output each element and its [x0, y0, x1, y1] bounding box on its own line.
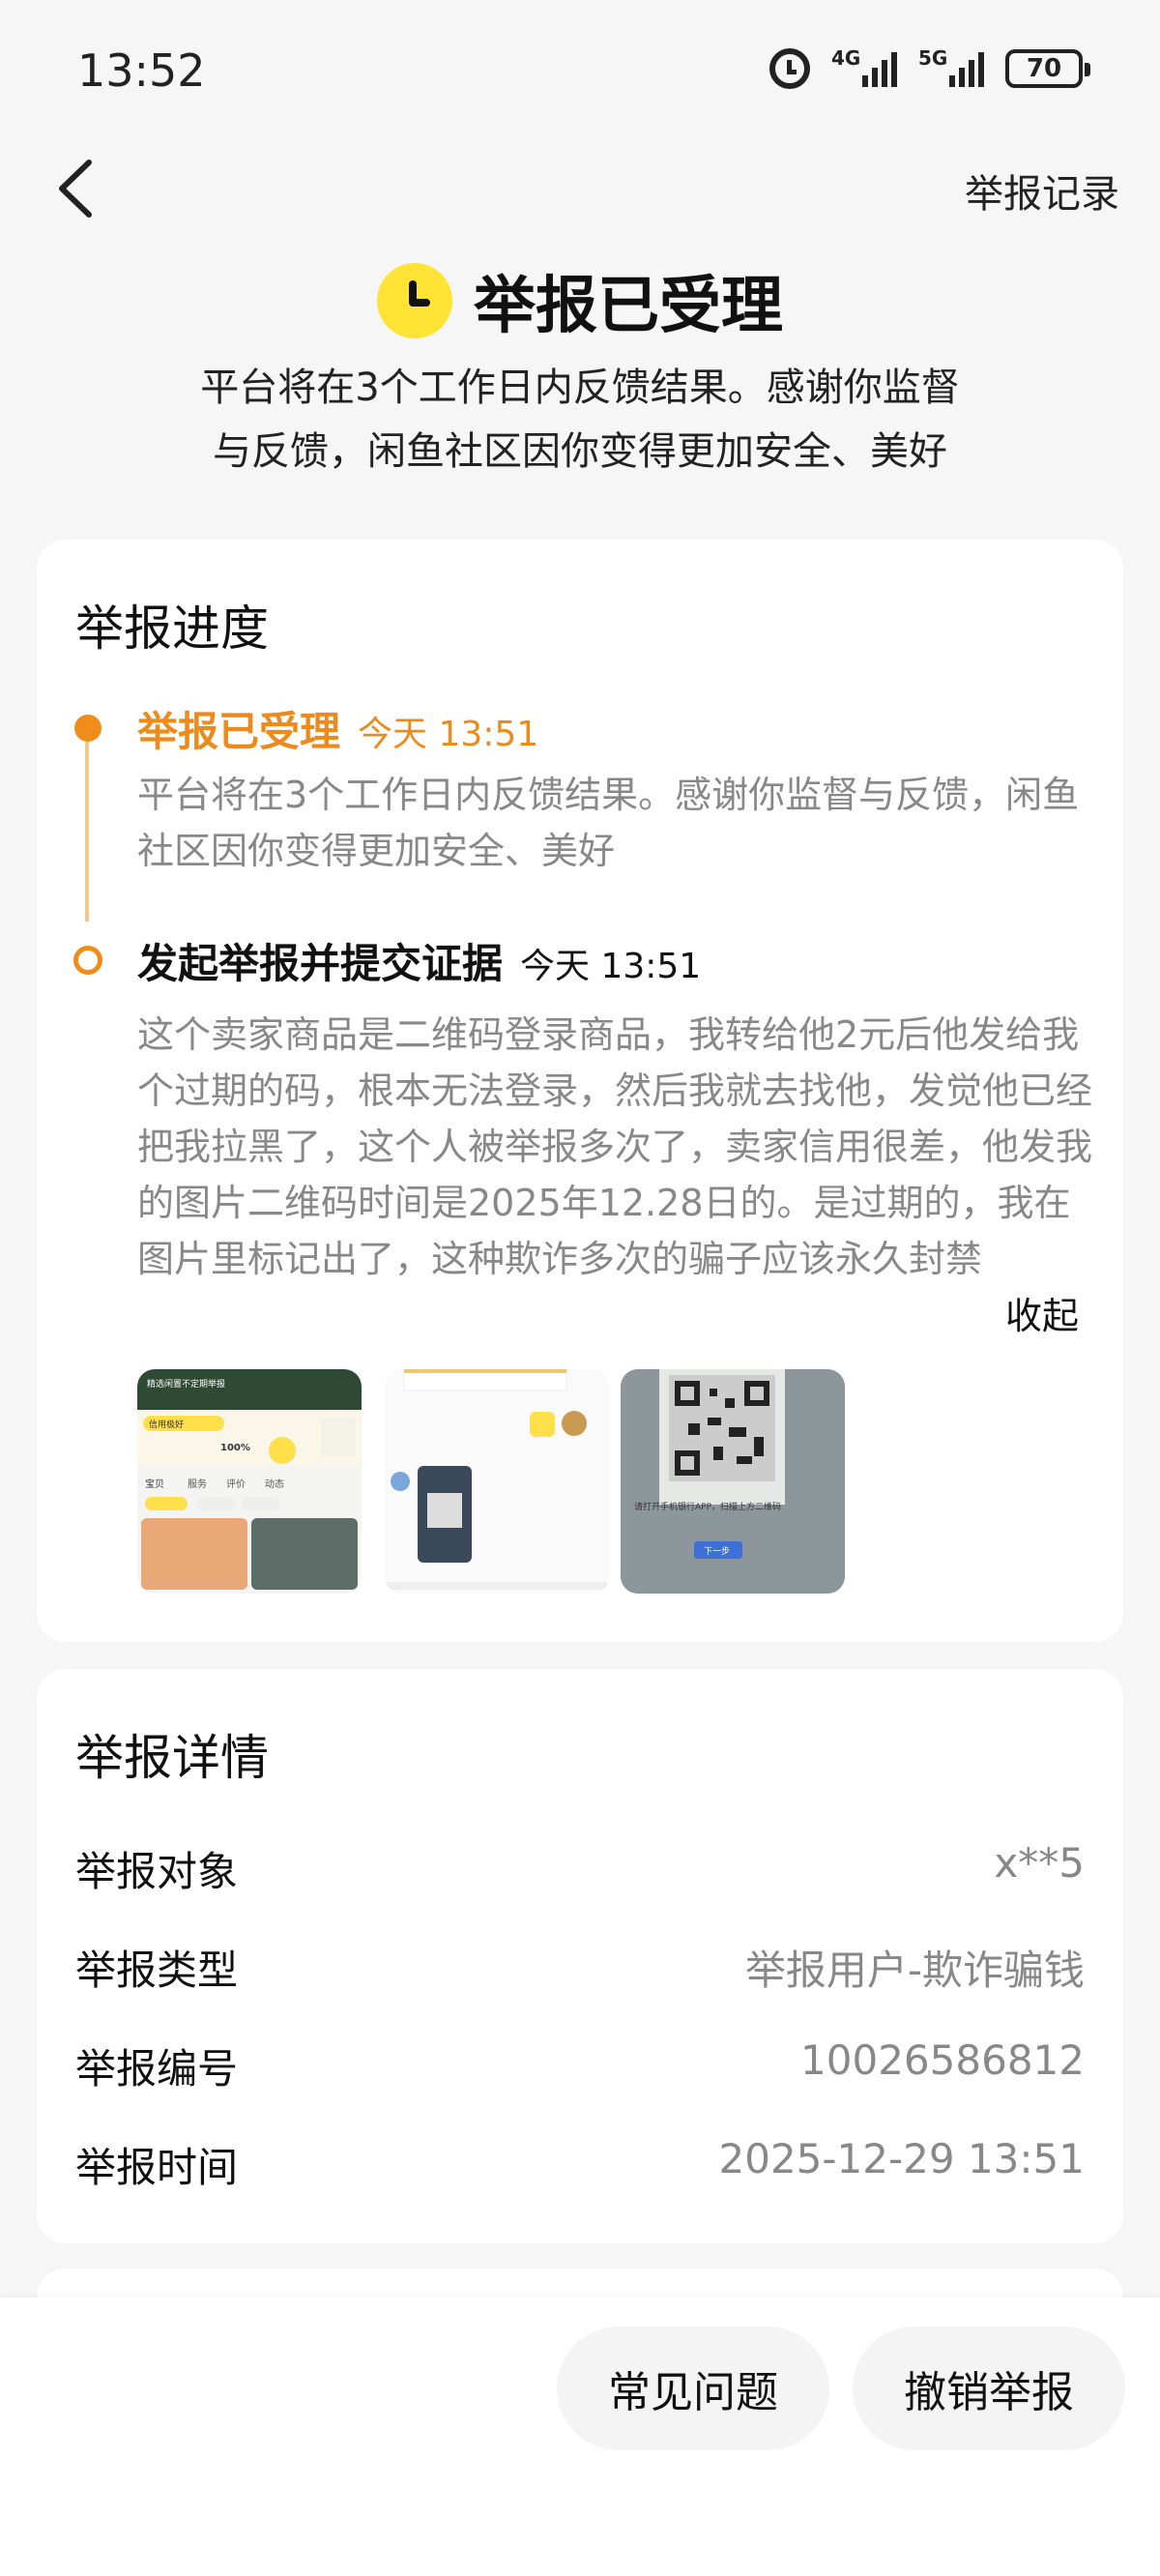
evidence-tab: 动态	[265, 1478, 284, 1490]
detail-label: 举报编号	[75, 2045, 239, 2093]
report-description: 这个卖家商品是二维码登录商品，我转给他2元后他发给我个过期的码，根本无法登录，然…	[137, 1013, 1093, 1280]
chevron-left-icon	[59, 160, 92, 218]
revoke-report-button[interactable]: 撤销举报	[853, 2327, 1125, 2450]
back-button[interactable]	[48, 155, 106, 222]
status-time: 13:52	[77, 44, 206, 97]
battery-icon: 70	[1005, 49, 1090, 88]
evidence-tab: 宝贝	[145, 1478, 164, 1490]
progress-title: 举报进度	[75, 600, 269, 657]
detail-row-target: 举报对象 x**5	[75, 1839, 1085, 1898]
status-icons: 4G 5G 70	[769, 46, 1090, 91]
detail-value: x**5	[994, 1839, 1085, 1887]
status-bar: 13:52 4G 5G 70	[0, 0, 1160, 140]
detail-row-time: 举报时间 2025-12-29 13:51	[75, 2135, 1085, 2194]
evidence-next-button: 下一步	[704, 1546, 730, 1557]
details-title: 举报详情	[75, 1730, 269, 1786]
evidence-image-2[interactable]	[385, 1369, 609, 1594]
report-records-link[interactable]: 举报记录	[965, 162, 1119, 219]
evidence-image-1[interactable]: 精选闲置不定期举报 信用极好 100% 宝贝 服务 评价 动态	[137, 1369, 362, 1594]
hero-subtitle: 平台将在3个工作日内反馈结果。感谢你监督 与反馈，闲鱼社区因你变得更加安全、美好	[200, 366, 960, 474]
faq-button[interactable]: 常见问题	[557, 2327, 829, 2450]
progress-card: 举报进度 举报已受理 今天 13:51 平台将在3个工作日内反馈结果。感谢你监督…	[37, 540, 1123, 1642]
page-title: 举报已受理	[474, 271, 783, 342]
details-card: 举报详情 举报对象 x**5 举报类型 举报用户-欺诈骗钱 举报编号 10026…	[37, 1669, 1123, 2243]
evidence-caption: 请打开手机银行APP，扫描上方二维码	[634, 1501, 781, 1512]
alarm-icon	[769, 48, 810, 89]
detail-value: 10026586812	[800, 2036, 1085, 2084]
bottom-action-bar: 常见问题 撤销举报	[0, 2298, 1160, 2576]
signal-4g-icon: 4G	[831, 46, 897, 91]
step-title: 举报已受理	[137, 708, 341, 755]
evidence-tab: 评价	[226, 1478, 246, 1490]
collapse-button[interactable]: 收起	[1005, 1286, 1079, 1339]
step-submitted: 发起举报并提交证据 今天 13:51	[137, 931, 701, 990]
evidence-stat: 100%	[220, 1443, 250, 1453]
battery-level: 70	[1026, 54, 1062, 83]
detail-label: 举报类型	[75, 1947, 239, 1994]
detail-label: 举报对象	[75, 1848, 239, 1895]
evidence-credit-chip: 信用极好	[149, 1419, 184, 1430]
detail-value: 举报用户-欺诈骗钱	[744, 1947, 1085, 1994]
step-title: 发起举报并提交证据	[137, 940, 504, 987]
evidence-tab: 服务	[188, 1478, 207, 1490]
clock-icon	[377, 263, 452, 338]
detail-row-id: 举报编号 10026586812	[75, 2036, 1085, 2095]
timeline-dot-active	[74, 715, 102, 742]
step-description: 平台将在3个工作日内反馈结果。感谢你监督与反馈，闲鱼社区因你变得更加安全、美好	[137, 774, 1080, 872]
detail-value: 2025-12-29 13:51	[718, 2135, 1085, 2182]
hero-header: 举报已受理	[0, 256, 1160, 345]
evidence-image-3[interactable]: 请打开手机银行APP，扫描上方二维码 下一步	[621, 1369, 845, 1594]
evidence-header-text: 精选闲置不定期举报	[147, 1378, 225, 1390]
detail-row-type: 举报类型 举报用户-欺诈骗钱	[75, 1938, 1085, 1997]
signal-5g-icon: 5G	[918, 46, 984, 91]
step-accepted: 举报已受理 今天 13:51	[137, 699, 538, 758]
step-time: 今天 13:51	[520, 947, 702, 986]
detail-label: 举报时间	[75, 2144, 239, 2191]
step-time: 今天 13:51	[358, 715, 539, 754]
timeline-dot	[73, 946, 102, 975]
timeline-line	[85, 728, 89, 922]
